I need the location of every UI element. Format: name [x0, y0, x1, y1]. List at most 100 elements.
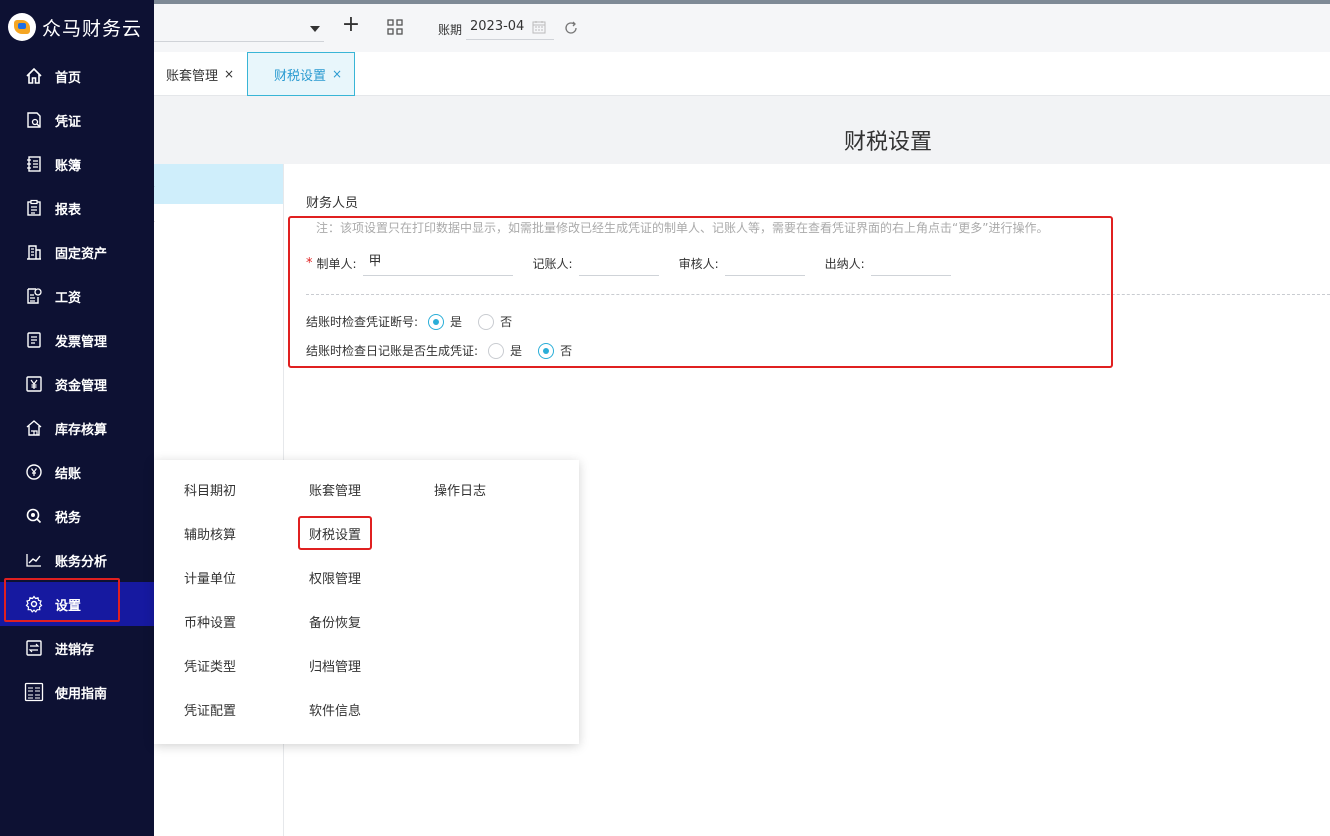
sidebar-item-voucher[interactable]: 凭证 — [0, 98, 154, 142]
sidebar-item-label: 结账 — [55, 466, 82, 482]
tab-label: 财税设置 — [274, 68, 327, 84]
sidebar-item-closing[interactable]: 结账 — [0, 450, 154, 494]
section-title: 财务人员 — [306, 196, 359, 211]
ledger-icon — [24, 154, 44, 174]
salary-icon — [24, 286, 44, 306]
tab-account-set-management[interactable]: 账套管理 × — [166, 52, 248, 96]
sidebar-item-label: 固定资产 — [55, 246, 108, 262]
cashier-input[interactable] — [870, 250, 951, 276]
check-voucher-gap-option: 结账时检查凭证断号: 是 否 — [306, 313, 1330, 330]
sidebar-nav: 首页 凭证 账簿 报表 固定资产 工资 发票管理 资金管理 库存核算 结账 税务… — [0, 54, 162, 714]
radio-no[interactable]: 否 — [538, 342, 572, 359]
sidebar-item-label: 工资 — [55, 290, 82, 306]
sidebar-item-salary[interactable]: 工资 — [0, 274, 154, 318]
account-set-select[interactable] — [154, 14, 324, 42]
period-label: 账期 — [438, 23, 463, 37]
close-icon[interactable]: × — [224, 67, 234, 81]
menu-item-voucher-config[interactable]: 凭证配置 — [184, 692, 294, 736]
form-note: 注：该项设置只在打印数据中显示，如需批量修改已经生成凭证的制单人、记账人等，需要… — [316, 221, 1049, 235]
calendar-icon[interactable] — [532, 20, 546, 34]
sidebar-item-report[interactable]: 报表 — [0, 186, 154, 230]
menu-item-account-set-management[interactable]: 账套管理 — [309, 472, 419, 516]
preparer-field: * 制单人: 甲 — [306, 250, 513, 276]
refresh-icon[interactable] — [564, 21, 578, 35]
sidebar-item-funds[interactable]: 资金管理 — [0, 362, 154, 406]
sidebar-item-label: 账务分析 — [55, 554, 108, 570]
radio-yes[interactable]: 是 — [428, 313, 462, 330]
menu-item-software-info[interactable]: 软件信息 — [309, 692, 419, 736]
staff-fields-row: * 制单人: 甲 记账人: 审核人: 出纳人: — [306, 248, 1330, 278]
sidebar-item-settings[interactable]: 设置 — [0, 582, 162, 626]
menu-item-measurement-unit[interactable]: 计量单位 — [184, 560, 294, 604]
menu-item-currency-settings[interactable]: 币种设置 — [184, 604, 294, 648]
sidebar-item-inventory[interactable]: 进销存 — [0, 626, 154, 670]
option-label: 结账时检查日记账是否生成凭证: — [306, 344, 479, 358]
sidebar-item-label: 使用指南 — [55, 686, 108, 702]
bookkeeper-input[interactable] — [578, 250, 659, 276]
menu-item-permission-management[interactable]: 权限管理 — [309, 560, 419, 604]
popup-column-3: 操作日志 — [434, 472, 544, 516]
radio-label: 是 — [510, 344, 523, 358]
preparer-input[interactable]: 甲 — [362, 250, 513, 276]
tab-label: 账套管理 — [166, 68, 219, 84]
app-name: 众马财务云 — [42, 17, 143, 40]
check-journal-voucher-option: 结账时检查日记账是否生成凭证: 是 否 — [306, 342, 1330, 359]
sidebar-item-ledger[interactable]: 账簿 — [0, 142, 154, 186]
sidebar-item-label: 凭证 — [55, 114, 82, 130]
sidebar: 众马财务云 首页 凭证 账簿 报表 固定资产 工资 发票管理 资金管理 库存核算… — [0, 0, 162, 836]
chart-icon — [24, 550, 44, 570]
sidebar-item-invoice[interactable]: 发票管理 — [0, 318, 154, 362]
yen-icon — [24, 374, 44, 394]
voucher-icon — [24, 110, 44, 130]
finance-staff-form: 财务人员 注：该项设置只在打印数据中显示，如需批量修改已经生成凭证的制单人、记账… — [306, 192, 1330, 359]
menu-item-backup-restore[interactable]: 备份恢复 — [309, 604, 419, 648]
warehouse-icon — [24, 418, 44, 438]
field-label: 审核人: — [678, 256, 719, 271]
reviewer-input[interactable] — [724, 250, 805, 276]
menu-item-subject-opening[interactable]: 科目期初 — [184, 472, 294, 516]
sidebar-item-label: 首页 — [55, 70, 82, 86]
menu-item-operation-log[interactable]: 操作日志 — [434, 472, 544, 516]
left-menu-item[interactable]: 息 — [154, 164, 283, 204]
divider — [306, 294, 1330, 295]
menu-item-auxiliary-accounting[interactable]: 辅助核算 — [184, 516, 294, 560]
sidebar-item-stock-accounting[interactable]: 库存核算 — [0, 406, 154, 450]
menu-item-finance-tax-settings[interactable]: 财税设置 — [309, 516, 419, 560]
page-title: 财税设置 — [844, 130, 933, 155]
close-icon[interactable]: × — [332, 67, 342, 81]
tab-finance-tax-settings[interactable]: 财税设置 × — [247, 52, 355, 96]
app-logo[interactable]: 众马财务云 — [0, 0, 154, 54]
menu-item-voucher-type[interactable]: 凭证类型 — [184, 648, 294, 692]
sidebar-item-analysis[interactable]: 账务分析 — [0, 538, 154, 582]
radio-no[interactable]: 否 — [478, 313, 512, 330]
popup-column-2: 账套管理 财税设置 权限管理 备份恢复 归档管理 软件信息 — [309, 472, 419, 736]
sidebar-item-fixed-assets[interactable]: 固定资产 — [0, 230, 154, 274]
radio-circle — [488, 342, 505, 359]
menu-item-archive-management[interactable]: 归档管理 — [309, 648, 419, 692]
radio-label: 否 — [560, 344, 573, 358]
invoice-icon — [24, 330, 44, 350]
field-label: 记账人: — [532, 256, 573, 271]
top-toolbar: + 账期 2023-04 — [154, 4, 1330, 52]
page-header: 财税设置 — [154, 96, 1330, 164]
report-icon — [24, 198, 44, 218]
sidebar-item-guide[interactable]: 使用指南 — [0, 670, 154, 714]
sidebar-item-label: 资金管理 — [55, 378, 108, 394]
tab-bar: 账套管理 × 财税设置 × — [154, 52, 1330, 96]
logo-icon — [8, 13, 36, 41]
tax-icon — [24, 506, 44, 526]
sidebar-item-label: 税务 — [55, 510, 82, 526]
left-menu-item[interactable]: 予 — [154, 204, 283, 244]
reviewer-field: 审核人: — [679, 250, 805, 276]
radio-label: 是 — [450, 315, 463, 329]
required-mark: * — [306, 255, 313, 271]
sidebar-item-label: 账簿 — [55, 158, 82, 174]
radio-yes[interactable]: 是 — [488, 342, 522, 359]
settings-popup-menu: 科目期初 辅助核算 计量单位 币种设置 凭证类型 凭证配置 账套管理 财税设置 … — [154, 460, 579, 744]
sidebar-item-home[interactable]: 首页 — [0, 54, 154, 98]
chevron-down-icon[interactable] — [310, 26, 320, 32]
add-icon[interactable]: + — [340, 14, 362, 38]
sidebar-item-tax[interactable]: 税务 — [0, 494, 154, 538]
apps-grid-icon[interactable] — [386, 18, 404, 36]
sidebar-item-label: 报表 — [55, 202, 82, 218]
